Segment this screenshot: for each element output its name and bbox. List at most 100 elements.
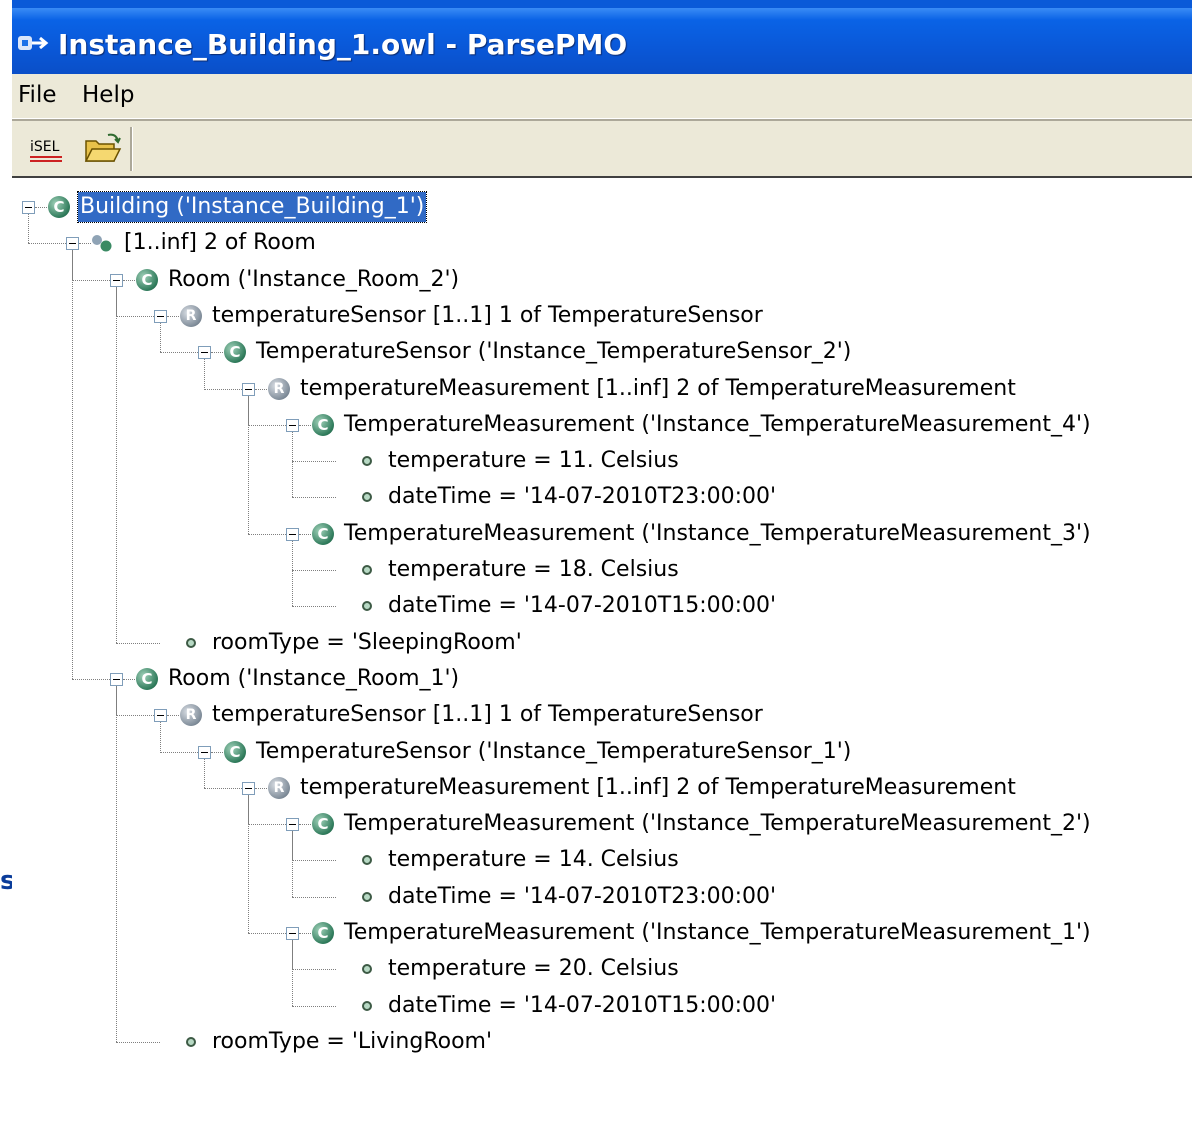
tree-node[interactable]: dateTime = '14-07-2010T23:00:00' <box>386 482 778 512</box>
tree-node-label: roomType = 'SleepingRoom' <box>212 629 522 655</box>
class-icon <box>312 922 334 944</box>
menu-help[interactable]: Help <box>78 80 138 110</box>
collapse-toggle[interactable] <box>154 309 167 323</box>
class-icon <box>136 268 158 291</box>
tree-node[interactable]: dateTime = '14-07-2010T23:00:00' <box>386 882 778 912</box>
tree-node[interactable]: temperature = 14. Celsius <box>386 845 681 875</box>
tree-node[interactable]: Building ('Instance_Building_1') <box>76 191 428 223</box>
tree-connector-horizontal <box>167 315 179 317</box>
tree-node[interactable]: Room ('Instance_Room_2') <box>166 265 461 295</box>
property-icon <box>362 964 372 975</box>
tree-node[interactable]: roomType = 'LivingRoom' <box>210 1027 494 1057</box>
tree-node[interactable]: temperature = 20. Celsius <box>386 954 681 984</box>
background-strip <box>0 0 12 1123</box>
collapse-toggle[interactable] <box>22 201 35 214</box>
open-folder-icon[interactable] <box>82 129 124 169</box>
collapse-toggle[interactable] <box>242 382 255 396</box>
tree-node-label: TemperatureMeasurement ('Instance_Temper… <box>344 811 1091 837</box>
restriction-icon <box>180 304 202 327</box>
tree-connector-vertical <box>292 431 293 498</box>
tree-node-label: roomType = 'LivingRoom' <box>212 1028 493 1054</box>
tree-connector-vertical <box>248 794 249 933</box>
tree-node-label: TemperatureMeasurement ('Instance_Temper… <box>344 920 1091 945</box>
class-icon <box>312 522 334 545</box>
toolbar-divider <box>130 127 133 171</box>
tree-node[interactable]: TemperatureMeasurement ('Instance_Temper… <box>342 809 1093 839</box>
tree-connector-horizontal <box>211 352 223 354</box>
tree-connector-horizontal <box>292 461 336 463</box>
tree-connector-vertical <box>292 540 293 607</box>
collapse-toggle[interactable] <box>242 781 255 795</box>
tree-node-label: TemperatureSensor ('Instance_Temperature… <box>256 738 852 764</box>
collapse-toggle[interactable] <box>286 927 299 940</box>
collapse-toggle[interactable] <box>110 273 123 287</box>
property-icon <box>362 891 372 902</box>
tree-node[interactable]: Room ('Instance_Room_1') <box>166 664 461 694</box>
toolbar-separator-line <box>12 119 1192 121</box>
tree-connector-horizontal <box>123 678 135 680</box>
collapse-toggle[interactable] <box>154 709 167 723</box>
tree-connector-horizontal <box>292 497 336 499</box>
tree-node-label: dateTime = '14-07-2010T23:00:00' <box>388 883 777 909</box>
collapse-toggle[interactable] <box>66 237 79 251</box>
tree-node[interactable]: TemperatureMeasurement ('Instance_Temper… <box>342 519 1093 549</box>
property-icon <box>362 456 372 467</box>
property-icon <box>186 637 196 648</box>
tree-connector-vertical <box>248 395 249 534</box>
tree-connector-horizontal <box>255 787 267 789</box>
tree-connector-horizontal <box>116 1041 160 1043</box>
collapse-toggle[interactable] <box>286 418 299 432</box>
tree-node[interactable]: TemperatureMeasurement ('Instance_Temper… <box>342 918 1093 948</box>
tree-node[interactable]: TemperatureSensor ('Instance_Temperature… <box>254 737 853 767</box>
tree-node[interactable]: dateTime = '14-07-2010T15:00:00' <box>386 591 778 621</box>
background-text-fragment: s <box>0 866 12 896</box>
property-icon <box>362 601 372 612</box>
app-window: Instance_Building_1.owl - ParsePMO File … <box>12 8 1192 1123</box>
tree-connector-vertical <box>204 359 205 389</box>
tree-node[interactable]: temperatureMeasurement [1..inf] 2 of Tem… <box>298 773 1018 803</box>
tree-node[interactable]: temperatureSensor [1..1] 1 of Temperatur… <box>210 301 765 331</box>
tree-node-label: dateTime = '14-07-2010T15:00:00' <box>388 593 777 619</box>
menu-file[interactable]: File <box>14 80 61 110</box>
tree-node-label: temperatureSensor [1..1] 1 of Temperatur… <box>212 702 763 728</box>
tree-node[interactable]: temperature = 11. Celsius <box>386 446 681 476</box>
tree-node[interactable]: roomType = 'SleepingRoom' <box>210 628 524 658</box>
title-bar[interactable]: Instance_Building_1.owl - ParsePMO <box>12 8 1192 74</box>
tree-connector-horizontal <box>167 715 179 717</box>
tree-node-label: temperature = 18. Celsius <box>388 557 679 582</box>
tree-node-label: TemperatureSensor ('Instance_Temperature… <box>256 339 852 365</box>
property-icon <box>362 492 372 503</box>
collapse-toggle[interactable] <box>198 346 211 360</box>
tree-node-label: TemperatureMeasurement ('Instance_Temper… <box>344 411 1091 437</box>
tree-connector-horizontal <box>35 207 47 208</box>
tree-node[interactable]: [1..inf] 2 of Room <box>122 228 318 258</box>
collapse-toggle[interactable] <box>198 745 211 759</box>
restriction-icon <box>180 704 202 727</box>
tree-connector-horizontal <box>299 424 311 426</box>
tree-node[interactable]: temperatureSensor [1..1] 1 of Temperatur… <box>210 700 765 730</box>
tree-node[interactable]: temperature = 18. Celsius <box>386 555 681 585</box>
tree-node-label: temperatureMeasurement [1..inf] 2 of Tem… <box>300 774 1016 800</box>
parsepmo-app-icon <box>18 36 49 50</box>
tree-node[interactable]: dateTime = '14-07-2010T15:00:00' <box>386 991 778 1021</box>
tree-node[interactable]: TemperatureSensor ('Instance_Temperature… <box>254 337 853 367</box>
tree-node[interactable]: TemperatureMeasurement ('Instance_Temper… <box>342 410 1093 440</box>
collapse-toggle[interactable] <box>286 818 299 832</box>
collapse-toggle[interactable] <box>110 672 123 686</box>
tree-node-label: Room ('Instance_Room_2') <box>168 266 460 292</box>
isel-button[interactable]: iSEL <box>26 129 68 169</box>
collapse-toggle[interactable] <box>286 527 299 541</box>
property-icon <box>362 565 372 575</box>
class-icon <box>136 667 158 690</box>
tree-node-label: temperature = 14. Celsius <box>388 847 679 873</box>
tree-node-label: Room ('Instance_Room_1') <box>168 665 460 691</box>
isel-label: iSEL <box>30 139 60 155</box>
restriction-icon <box>268 377 290 400</box>
ontology-tree[interactable]: Building ('Instance_Building_1') [1..inf]… <box>12 176 1192 1123</box>
tree-connector-vertical <box>292 831 293 897</box>
tree-node[interactable]: temperatureMeasurement [1..inf] 2 of Tem… <box>298 374 1018 404</box>
tree-node-label: TemperatureMeasurement ('Instance_Temper… <box>344 520 1091 546</box>
tree-connector-horizontal <box>255 388 267 390</box>
tree-node-label: [1..inf] 2 of Room <box>124 230 316 256</box>
tree-connector-vertical <box>204 758 205 788</box>
